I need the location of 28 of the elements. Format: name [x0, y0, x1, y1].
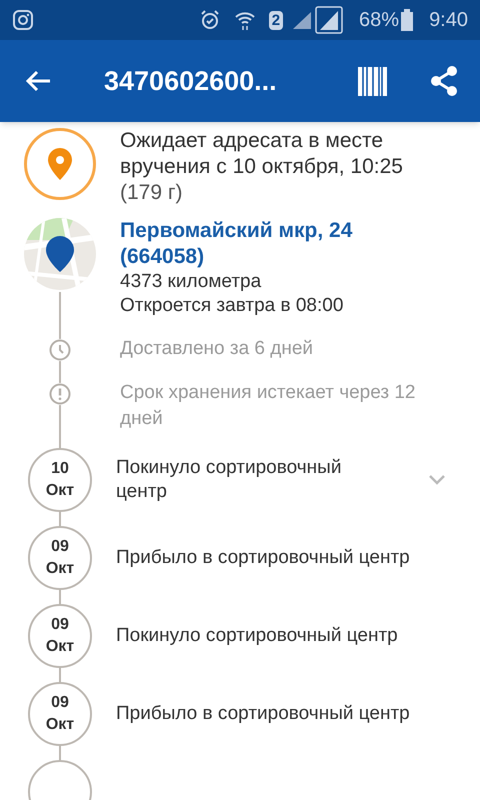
opening-hours-text: Откроется завтра в 08:00: [120, 294, 344, 318]
note-text: Срок хранения истекает через 12 дней: [120, 381, 417, 431]
location-pin-icon: [48, 148, 72, 180]
event-text: Покинуло сортировочный центр: [116, 624, 399, 648]
clock-time: 9:40: [429, 8, 468, 33]
event-text: Покинуло сортировочный центр: [116, 456, 342, 504]
distance-text: 4373 километра: [120, 270, 262, 294]
signal-icon: [315, 6, 344, 34]
battery-percent: 68%: [359, 8, 400, 33]
battery-icon: [401, 9, 414, 31]
alarm-icon: [198, 9, 221, 31]
event-text: Прибыло в сортировочный центр: [116, 702, 411, 726]
date-badge: 09 Окт: [28, 682, 92, 746]
date-badge: 09 Окт: [28, 604, 92, 668]
share-button[interactable]: [428, 65, 460, 97]
signal-icon: [291, 10, 314, 30]
tracking-number-title: 3470602600...: [104, 64, 277, 98]
office-postcode[interactable]: (664058): [120, 244, 352, 270]
note-text: Доставлено за 6 дней: [120, 337, 314, 361]
back-arrow-icon: [24, 69, 52, 93]
camera-app-icon: [12, 9, 34, 31]
status-text: Ожидает адресата в месте вручения с 10 октября, 10:25 (179 г): [120, 128, 404, 206]
date-badge: 10 Окт: [28, 448, 92, 512]
date-badge: 09 Окт: [28, 526, 92, 590]
barcode-button[interactable]: [356, 65, 388, 97]
event-text: Прибыло в сортировочный центр: [116, 546, 411, 570]
sim-badge: 2: [268, 10, 284, 30]
office-address[interactable]: Первомайский мкр, 24: [120, 218, 352, 244]
